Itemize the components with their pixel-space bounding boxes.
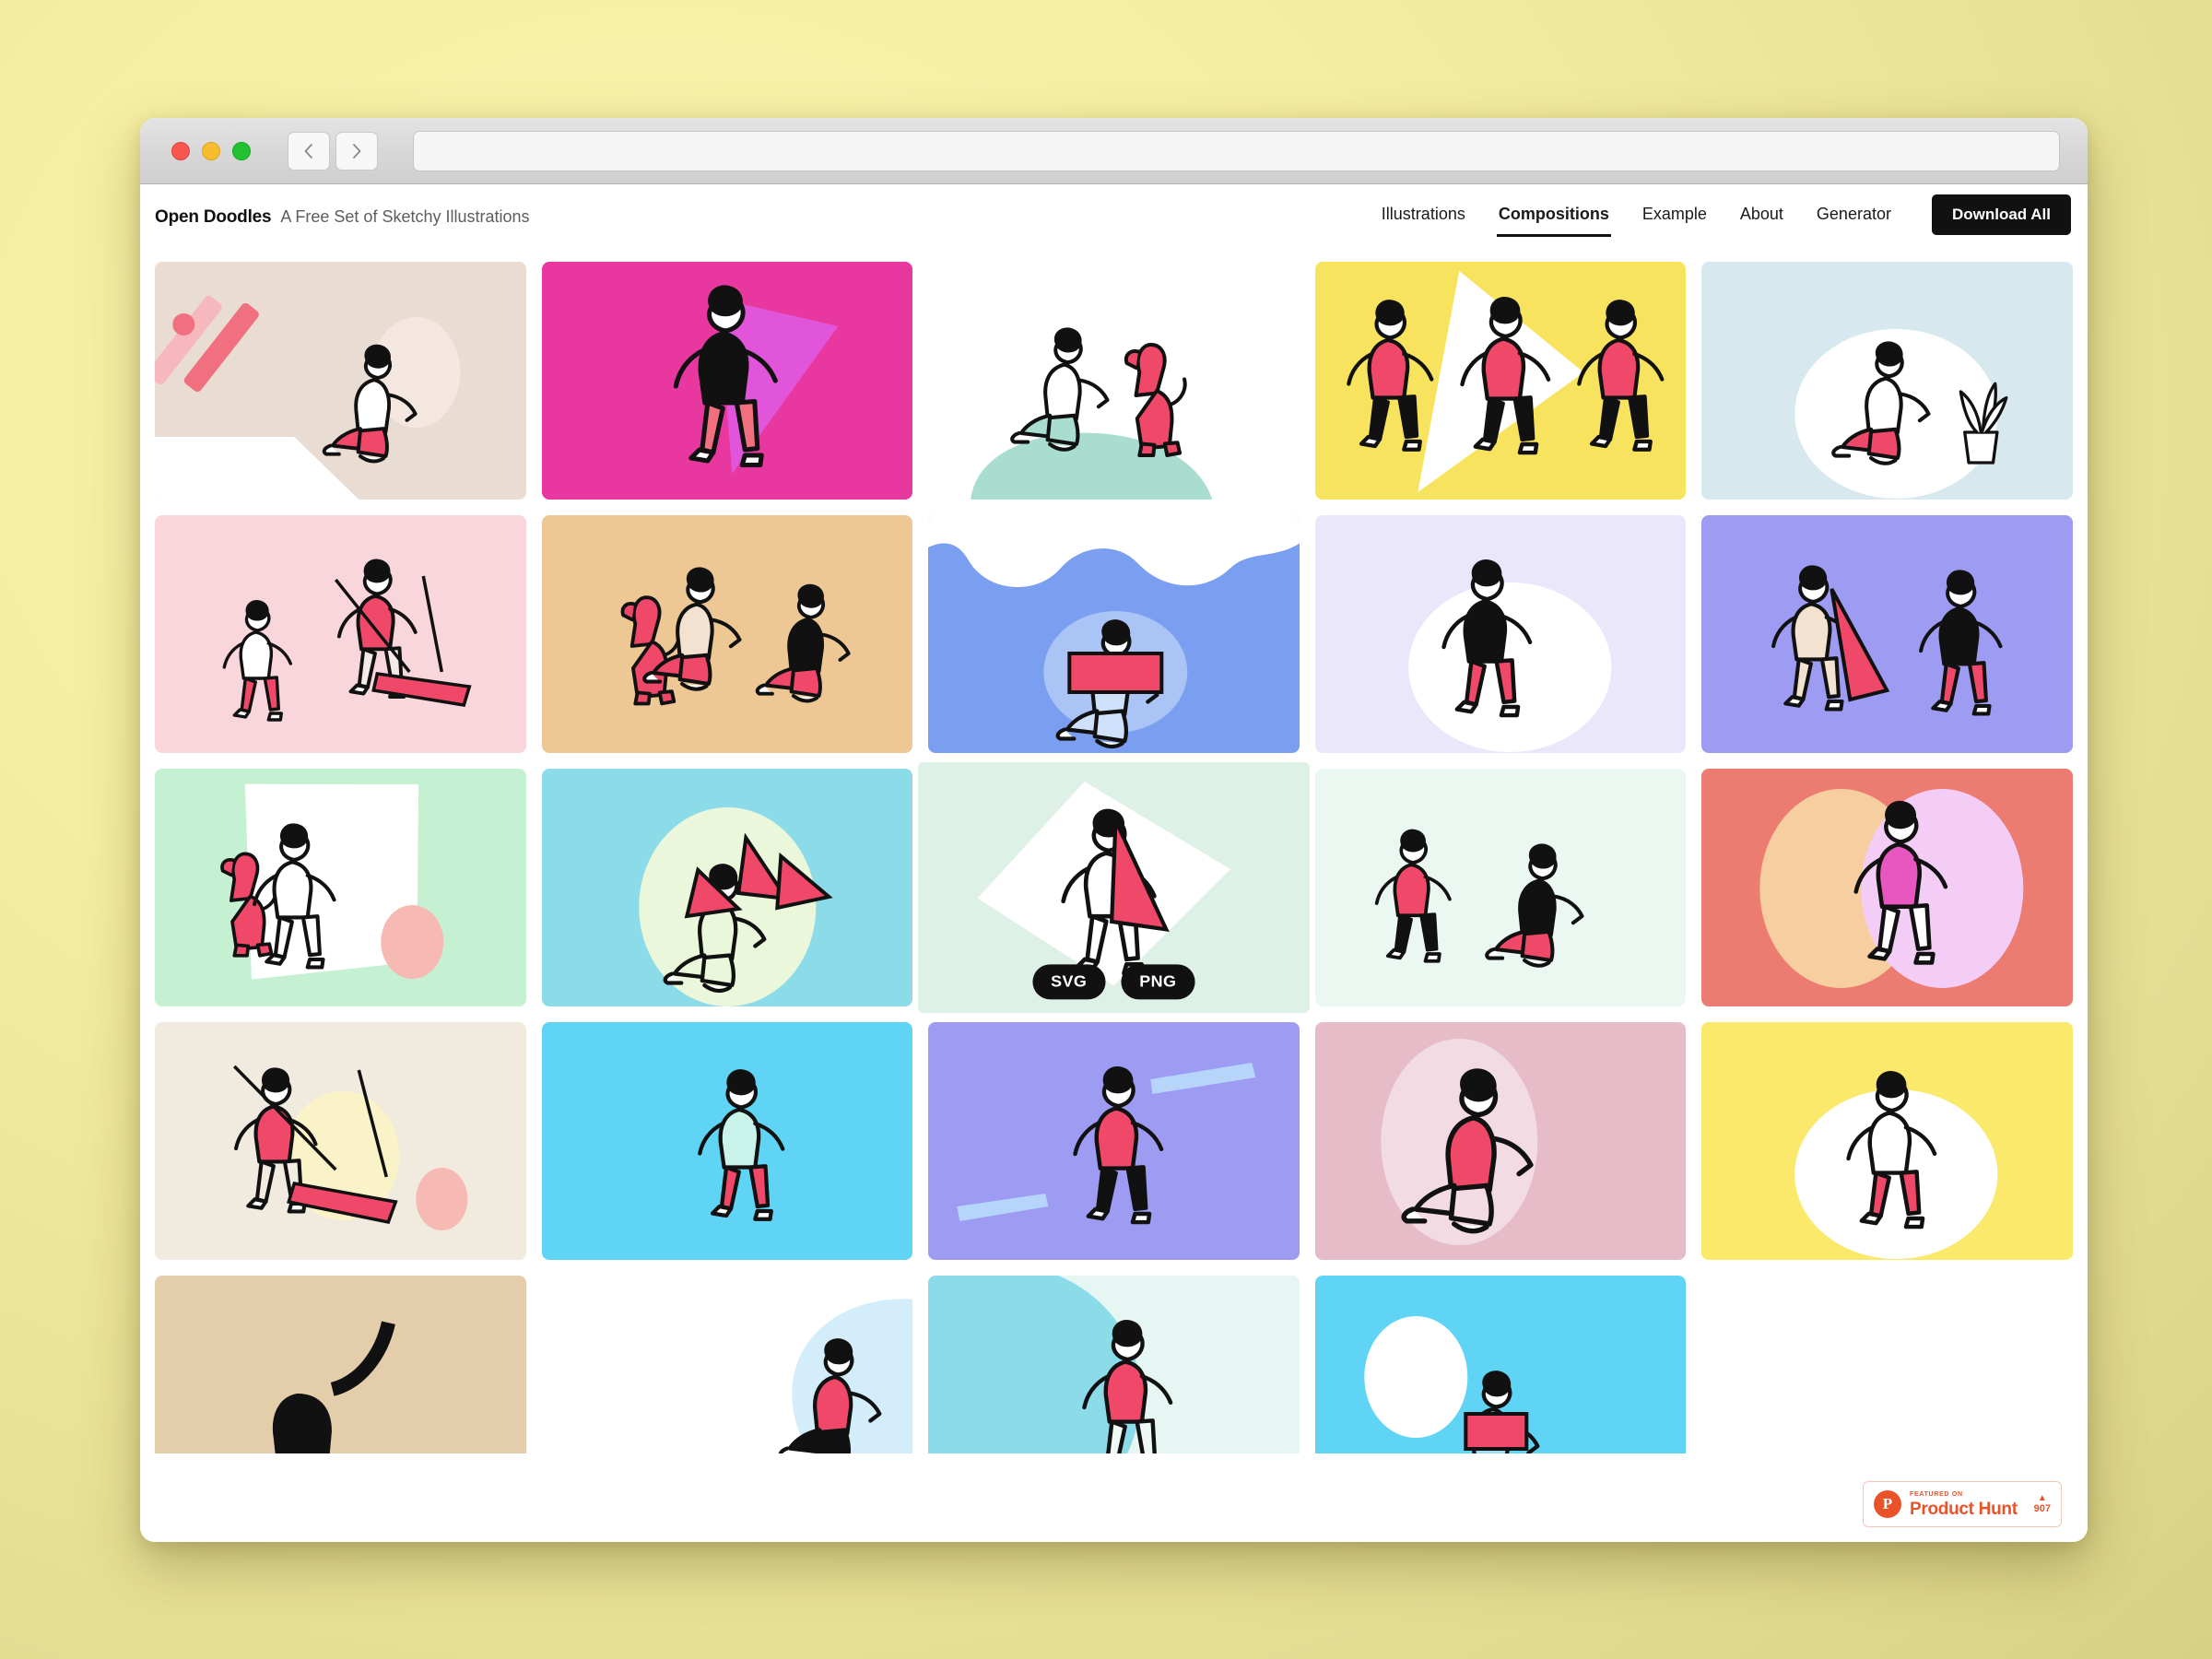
illustration-card[interactable]	[1701, 769, 2073, 1006]
illustration-card[interactable]	[1314, 1022, 1687, 1260]
back-button[interactable]	[288, 131, 330, 171]
nav-link-generator[interactable]: Generator	[1815, 199, 1893, 237]
illustration-artwork	[1315, 262, 1687, 500]
download-png-button[interactable]: PNG	[1121, 964, 1195, 1000]
illustration-card[interactable]	[928, 262, 1300, 500]
illustration-artwork	[542, 262, 913, 500]
product-hunt-name: Product Hunt	[1910, 1499, 2018, 1519]
illustration-card[interactable]	[541, 262, 913, 500]
chevron-left-icon	[304, 143, 312, 159]
brand[interactable]: Open Doodles A Free Set of Sketchy Illus…	[155, 207, 530, 228]
chevron-right-icon	[353, 143, 361, 159]
traffic-lights	[164, 141, 251, 160]
website-viewport: Open Doodles A Free Set of Sketchy Illus…	[140, 184, 2088, 1542]
download-svg-button[interactable]: SVG	[1032, 964, 1106, 1000]
illustration-card[interactable]	[928, 515, 1300, 753]
illustration-artwork	[1701, 262, 2073, 500]
illustration-artwork	[155, 1022, 526, 1260]
illustration-card[interactable]	[1314, 1276, 1687, 1453]
illustration-card[interactable]	[155, 515, 526, 753]
download-all-button[interactable]: Download All	[1931, 194, 2071, 235]
illustration-card[interactable]	[155, 1022, 526, 1260]
main-nav: Illustrations Compositions Example About…	[1380, 194, 2071, 241]
browser-chrome	[140, 118, 2088, 184]
forward-button[interactable]	[335, 131, 378, 171]
illustration-card[interactable]: SVG PNG	[918, 761, 1310, 1014]
illustration-artwork	[928, 515, 1300, 753]
illustration-card[interactable]	[1314, 262, 1687, 500]
illustration-artwork	[928, 1276, 1300, 1453]
illustration-card	[1701, 1276, 2073, 1453]
site-footer: P FEATURED ON Product Hunt ▲ 907	[140, 1453, 2088, 1542]
nav-link-example[interactable]: Example	[1641, 199, 1709, 237]
illustration-artwork	[1701, 769, 2073, 1006]
illustration-card[interactable]	[1701, 515, 2073, 753]
illustration-card[interactable]	[928, 1276, 1300, 1453]
illustration-artwork	[1701, 1022, 2073, 1260]
illustration-artwork	[542, 1022, 913, 1260]
product-hunt-text: FEATURED ON Product Hunt	[1910, 1491, 2018, 1518]
close-window-button[interactable]	[171, 141, 190, 160]
illustration-artwork	[542, 769, 913, 1006]
illustration-artwork	[1315, 515, 1687, 753]
navigation-buttons	[288, 131, 378, 171]
illustration-card[interactable]	[1314, 769, 1687, 1006]
illustration-grid: SVG PNG	[140, 251, 2088, 1453]
nav-link-compositions[interactable]: Compositions	[1496, 199, 1611, 237]
illustration-card[interactable]	[155, 262, 526, 500]
illustration-card[interactable]	[541, 1276, 913, 1453]
illustration-card[interactable]	[155, 769, 526, 1006]
illustration-artwork	[928, 1022, 1300, 1260]
illustration-artwork	[1701, 515, 2073, 753]
brand-tagline: A Free Set of Sketchy Illustrations	[280, 207, 530, 226]
download-actions: SVG PNG	[918, 964, 1310, 1000]
illustration-artwork	[1315, 1022, 1687, 1260]
url-bar[interactable]	[413, 130, 2060, 171]
illustration-artwork	[155, 769, 526, 1006]
illustration-card[interactable]	[541, 769, 913, 1006]
illustration-card[interactable]	[928, 1022, 1300, 1260]
product-hunt-badge[interactable]: P FEATURED ON Product Hunt ▲ 907	[1863, 1481, 2062, 1527]
zoom-window-button[interactable]	[232, 141, 251, 160]
illustration-card[interactable]	[1701, 1022, 2073, 1260]
site-header: Open Doodles A Free Set of Sketchy Illus…	[140, 184, 2088, 251]
illustration-artwork	[155, 262, 526, 500]
illustration-artwork	[155, 515, 526, 753]
browser-window: Open Doodles A Free Set of Sketchy Illus…	[140, 118, 2088, 1542]
minimize-window-button[interactable]	[202, 141, 220, 160]
upvote-count: 907	[2033, 1503, 2051, 1514]
upvote-caret-icon: ▲	[2037, 1493, 2047, 1503]
illustration-artwork: Hi	[155, 1276, 526, 1453]
nav-link-about[interactable]: About	[1738, 199, 1785, 237]
illustration-artwork	[542, 1276, 913, 1453]
illustration-card[interactable]	[1701, 262, 2073, 500]
product-hunt-votes[interactable]: ▲ 907	[2034, 1494, 2051, 1514]
nav-link-illustrations[interactable]: Illustrations	[1380, 199, 1467, 237]
product-hunt-icon: P	[1874, 1490, 1901, 1518]
illustration-card[interactable]	[1314, 515, 1687, 753]
illustration-card[interactable]: Hi	[155, 1276, 526, 1453]
illustration-card[interactable]	[541, 1022, 913, 1260]
product-hunt-featured-label: FEATURED ON	[1910, 1490, 1963, 1498]
illustration-artwork	[542, 515, 913, 753]
illustration-card[interactable]	[541, 515, 913, 753]
illustration-artwork	[1315, 1276, 1687, 1453]
illustration-artwork	[1315, 769, 1687, 1006]
brand-name: Open Doodles	[155, 207, 272, 227]
illustration-artwork	[928, 262, 1300, 500]
